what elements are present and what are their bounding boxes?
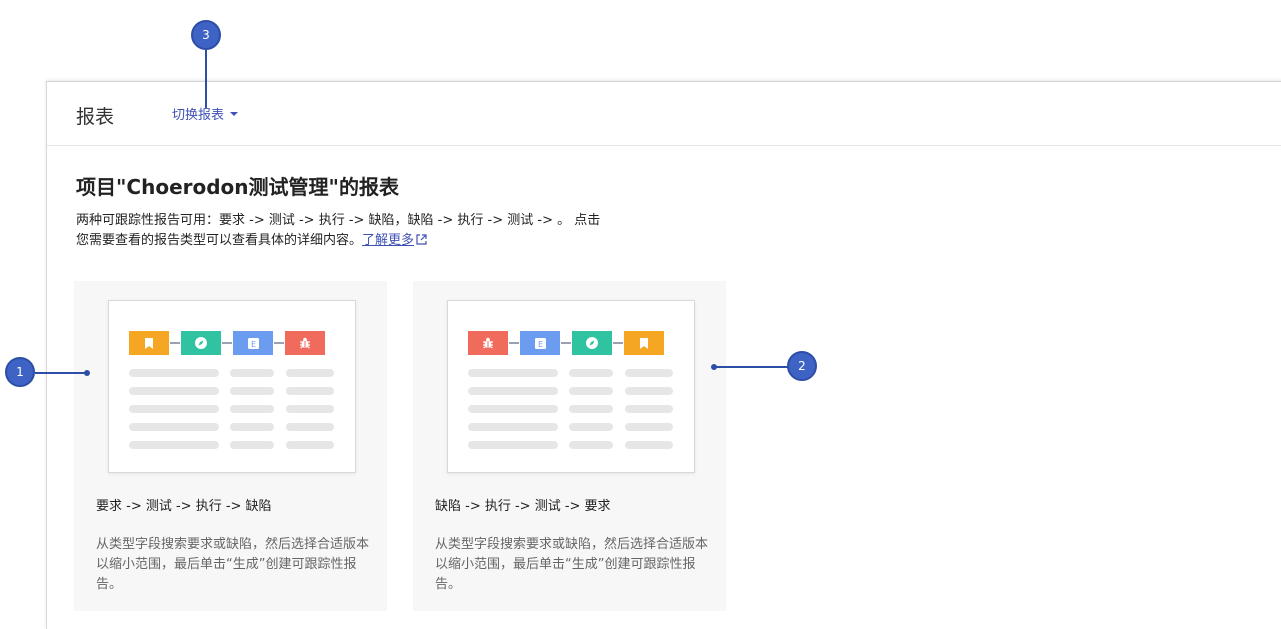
chain-connector xyxy=(561,342,571,344)
switch-report-label: 切换报表 xyxy=(172,108,225,123)
compass-icon xyxy=(181,331,221,355)
chain-connector xyxy=(509,342,519,344)
chain-connector xyxy=(613,342,623,344)
report-card-description: 从类型字段搜索要求或缺陷，然后选择合适版本以缩小范围，最后单击“生成”创建可跟踪… xyxy=(435,537,709,592)
annotation-marker-3: 3 xyxy=(191,20,221,50)
report-card-bug-to-requirement[interactable]: E 缺陷 -> 执行 -> 测试 -> 要求 从类型字段搜索要求或缺陷，然后选择… xyxy=(413,281,726,611)
marker-1-dot xyxy=(84,370,90,376)
trace-chain: E xyxy=(129,331,325,355)
chain-connector xyxy=(222,342,232,344)
page-header-title: 报表 xyxy=(76,106,115,128)
report-card-title: 缺陷 -> 执行 -> 测试 -> 要求 xyxy=(435,499,611,514)
bug-icon xyxy=(468,331,508,355)
external-link-icon xyxy=(416,234,427,245)
bug-icon xyxy=(285,331,325,355)
chain-connector xyxy=(274,342,284,344)
page-header: 报表 切换报表 xyxy=(47,82,1281,146)
page-description: 两种可跟踪性报告可用：要求 -> 测试 -> 执行 -> 缺陷，缺陷 -> 执行… xyxy=(76,211,656,251)
marker-3-leader xyxy=(205,50,207,108)
bookmark-icon xyxy=(624,331,664,355)
learn-more-link[interactable]: 了解更多 xyxy=(362,233,414,248)
description-line-1: 两种可跟踪性报告可用：要求 -> 测试 -> 执行 -> 缺陷，缺陷 -> 执行… xyxy=(76,213,601,228)
svg-text:E: E xyxy=(250,340,255,349)
description-line-2: 您需要查看的报告类型可以查看具体的详细内容。 xyxy=(76,233,363,248)
report-card-title: 要求 -> 测试 -> 执行 -> 缺陷 xyxy=(96,499,272,514)
trace-chain: E xyxy=(468,331,664,355)
page-title: 项目"Choerodon测试管理"的报表 xyxy=(76,175,399,199)
marker-2-dot xyxy=(711,364,717,370)
annotation-marker-1: 1 xyxy=(5,357,35,387)
report-thumbnail: E xyxy=(447,300,695,473)
svg-text:E: E xyxy=(537,340,542,349)
bookmark-icon xyxy=(129,331,169,355)
report-card-description: 从类型字段搜索要求或缺陷，然后选择合适版本以缩小范围，最后单击“生成”创建可跟踪… xyxy=(96,537,370,592)
e-icon: E xyxy=(233,331,273,355)
caret-down-icon xyxy=(230,111,239,116)
annotation-marker-2: 2 xyxy=(787,351,817,381)
report-card-requirement-to-bug[interactable]: E 要求 -> 测试 -> 执行 -> 缺陷 从类型字段搜索要求或缺陷，然后选择… xyxy=(74,281,387,611)
report-thumbnail: E xyxy=(108,300,356,473)
e-icon: E xyxy=(520,331,560,355)
chain-connector xyxy=(170,342,180,344)
marker-1-leader xyxy=(35,372,87,374)
marker-2-leader xyxy=(715,366,789,368)
compass-icon xyxy=(572,331,612,355)
report-panel: 报表 切换报表 项目"Choerodon测试管理"的报表 两种可跟踪性报告可用：… xyxy=(46,81,1281,629)
